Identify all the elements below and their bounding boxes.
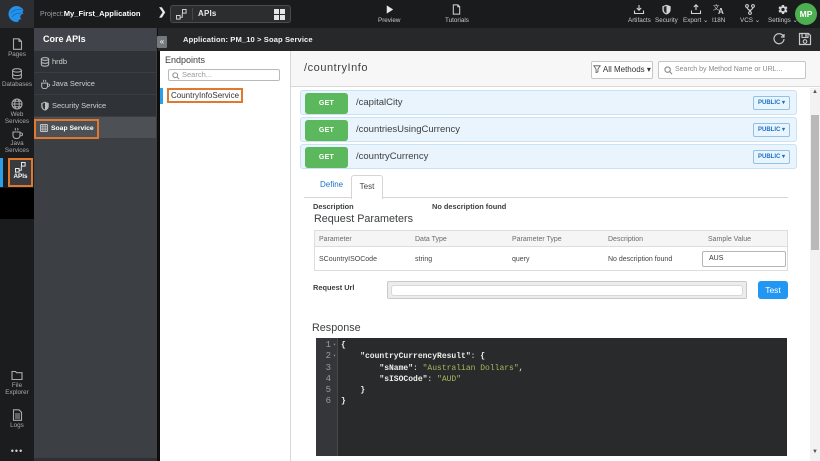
svg-text:A: A [718, 7, 724, 15]
